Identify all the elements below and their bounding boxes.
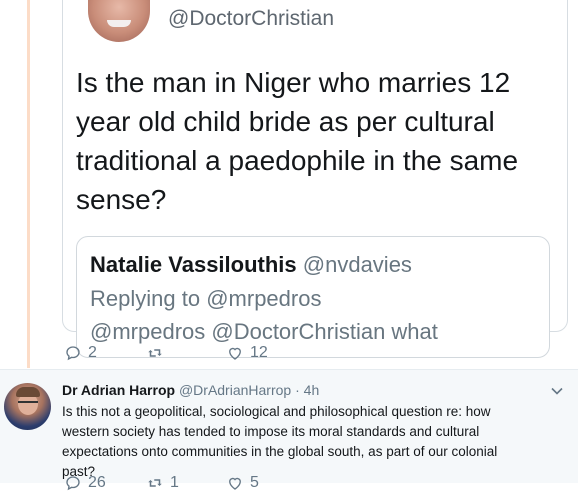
heart-icon [229, 477, 241, 490]
reply-icon [66, 476, 80, 491]
replying-handle[interactable]: @mrpedros [206, 286, 321, 311]
reply-time[interactable]: 4h [304, 382, 320, 398]
reply-count: 2 [88, 344, 97, 361]
reply-header: Dr Adrian Harrop @DrAdrianHarrop · 4h [62, 382, 319, 398]
nested-quote-author: Natalie Vassilouthis @nvdavies [90, 252, 412, 278]
retweet-icon [148, 349, 162, 357]
reply-retweet-count: 1 [170, 474, 179, 491]
thread-line [27, 0, 30, 368]
retweet-action[interactable] [146, 344, 170, 362]
like-action[interactable]: 12 [226, 344, 268, 362]
adrianharrop-avatar[interactable] [4, 383, 51, 430]
reply-text: Is this not a geopolitical, sociological… [62, 404, 498, 479]
reply-author-name[interactable]: Dr Adrian Harrop [62, 382, 175, 398]
reply-reply-count: 26 [88, 474, 106, 491]
nested-quote-handle: @nvdavies [302, 252, 412, 277]
reply-tweet[interactable]: Dr Adrian Harrop @DrAdrianHarrop · 4h Is… [0, 369, 578, 491]
reply-like-count: 5 [250, 474, 259, 491]
nested-quote-name: Natalie Vassilouthis [90, 252, 297, 277]
reply-action[interactable]: 2 [64, 344, 97, 362]
quoted-tweet-text: Is the man in Niger who marries 12 year … [76, 67, 519, 215]
replying-prefix: Replying to [90, 286, 201, 311]
avatar-glasses [18, 401, 38, 408]
nested-quote-card[interactable]: Natalie Vassilouthis @nvdavies Replying … [76, 236, 550, 358]
avatar-hair [16, 387, 40, 397]
avatar-smile [107, 20, 131, 27]
reply-icon [66, 346, 80, 361]
heart-icon [229, 347, 241, 360]
chevron-down-icon[interactable] [550, 384, 564, 398]
retweet-icon [148, 479, 162, 487]
nested-quote-truncated-text: @mrpedros @DoctorChristian what [90, 319, 438, 344]
quoted-tweet-handle[interactable]: @DoctorChristian [168, 7, 334, 31]
reply-reply-action[interactable]: 26 [64, 474, 106, 492]
reply-like-action[interactable]: 5 [226, 474, 259, 492]
reply-separator: · [295, 382, 300, 398]
like-count: 12 [250, 344, 268, 361]
reply-retweet-action[interactable]: 1 [146, 474, 179, 492]
reply-author-handle[interactable]: @DrAdrianHarrop [179, 382, 291, 398]
nested-quote-replying: Replying to @mrpedros [90, 286, 321, 312]
